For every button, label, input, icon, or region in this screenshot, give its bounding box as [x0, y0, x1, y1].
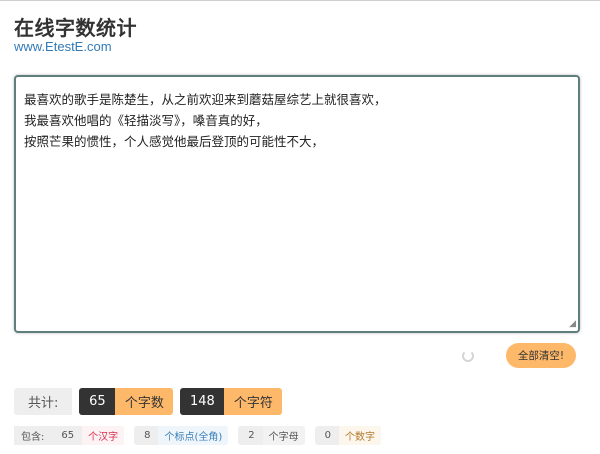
- text-line: 我最喜欢他唱的《轻描淡写》，嗓音真的好，: [24, 113, 268, 128]
- digit-count: 0: [324, 430, 332, 441]
- punct-unit: 个标点(全角): [158, 426, 229, 445]
- text-line: 最喜欢的歌手是陈楚生，从之前欢迎来到蘑菇屋综艺上就很喜欢，: [24, 92, 387, 107]
- symbol-count-badge: 148 个字符: [180, 388, 283, 415]
- hanzi-chip: 包含: 65 个汉字: [14, 426, 125, 445]
- hanzi-unit: 个汉字: [82, 426, 125, 445]
- letter-unit: 个字母: [262, 426, 305, 445]
- text-input-area[interactable]: 最喜欢的歌手是陈楚生，从之前欢迎来到蘑菇屋综艺上就很喜欢， 我最喜欢他唱的《轻描…: [14, 75, 580, 333]
- symbol-count-value: 148: [180, 388, 225, 415]
- text-line: 按照芒果的惯性，个人感觉他最后登顶的可能性不大，: [24, 134, 325, 149]
- stats-breakdown: 包含: 65 个汉字 8 个标点(全角) 2 个字母 0 个数字: [14, 426, 391, 445]
- symbol-count-unit: 个字符: [224, 388, 283, 415]
- char-count-value: 65: [79, 388, 116, 415]
- clear-all-button[interactable]: 全部清空!: [506, 343, 576, 368]
- site-link[interactable]: www.EtestE.com: [14, 39, 112, 54]
- digit-chip: 0 个数字: [314, 426, 382, 445]
- punct-chip: 8 个标点(全角): [134, 426, 229, 445]
- char-count-badge: 65 个字数: [79, 388, 174, 415]
- hanzi-count: 65: [61, 430, 75, 441]
- total-label: 共计:: [14, 388, 73, 415]
- digit-unit: 个数字: [339, 426, 382, 445]
- stats-summary: 共计: 65 个字数 148 个字符: [14, 388, 289, 415]
- breakdown-label: 包含:: [14, 428, 52, 443]
- punct-count: 8: [144, 430, 151, 441]
- letter-chip: 2 个字母: [238, 426, 305, 445]
- char-count-unit: 个字数: [115, 388, 174, 415]
- page-title: 在线字数统计: [14, 16, 137, 40]
- loading-spinner-icon: [462, 350, 474, 362]
- letter-count: 2: [248, 430, 255, 441]
- resize-handle-icon[interactable]: ◢: [569, 320, 576, 329]
